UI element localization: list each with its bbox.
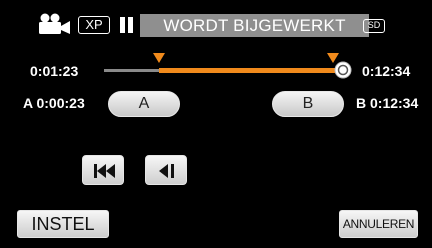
- skip-back-button[interactable]: [82, 155, 124, 185]
- sd-card-badge: SD: [363, 19, 385, 33]
- skip-to-start-icon: [94, 164, 115, 178]
- set-button[interactable]: INSTEL: [17, 210, 109, 238]
- point-b-time: B 0:12:34: [356, 95, 419, 111]
- quality-badge: XP: [78, 16, 110, 34]
- slider-handle-icon: [334, 61, 352, 79]
- status-banner: WORDT BIJGEWERKT: [140, 14, 369, 37]
- set-point-b-button[interactable]: B: [272, 91, 344, 117]
- point-a-time: A 0:00:23: [23, 95, 85, 111]
- set-point-a-button[interactable]: A: [108, 91, 180, 117]
- frame-step-back-icon: [159, 164, 174, 178]
- trim-screen: XP WORDT BIJGEWERKT SD 0:01:23 0:12:34 A…: [0, 0, 432, 248]
- current-time: 0:01:23: [30, 63, 79, 79]
- step-back-button[interactable]: [145, 155, 187, 185]
- end-marker: [327, 53, 339, 63]
- video-camera-icon: [39, 13, 70, 34]
- trim-timeline[interactable]: [100, 50, 360, 92]
- cancel-button[interactable]: ANNULEREN: [339, 210, 418, 238]
- timeline-selected-range: [159, 68, 346, 73]
- end-time: 0:12:34: [362, 63, 411, 79]
- pause-icon: [119, 17, 135, 33]
- start-marker: [153, 53, 165, 63]
